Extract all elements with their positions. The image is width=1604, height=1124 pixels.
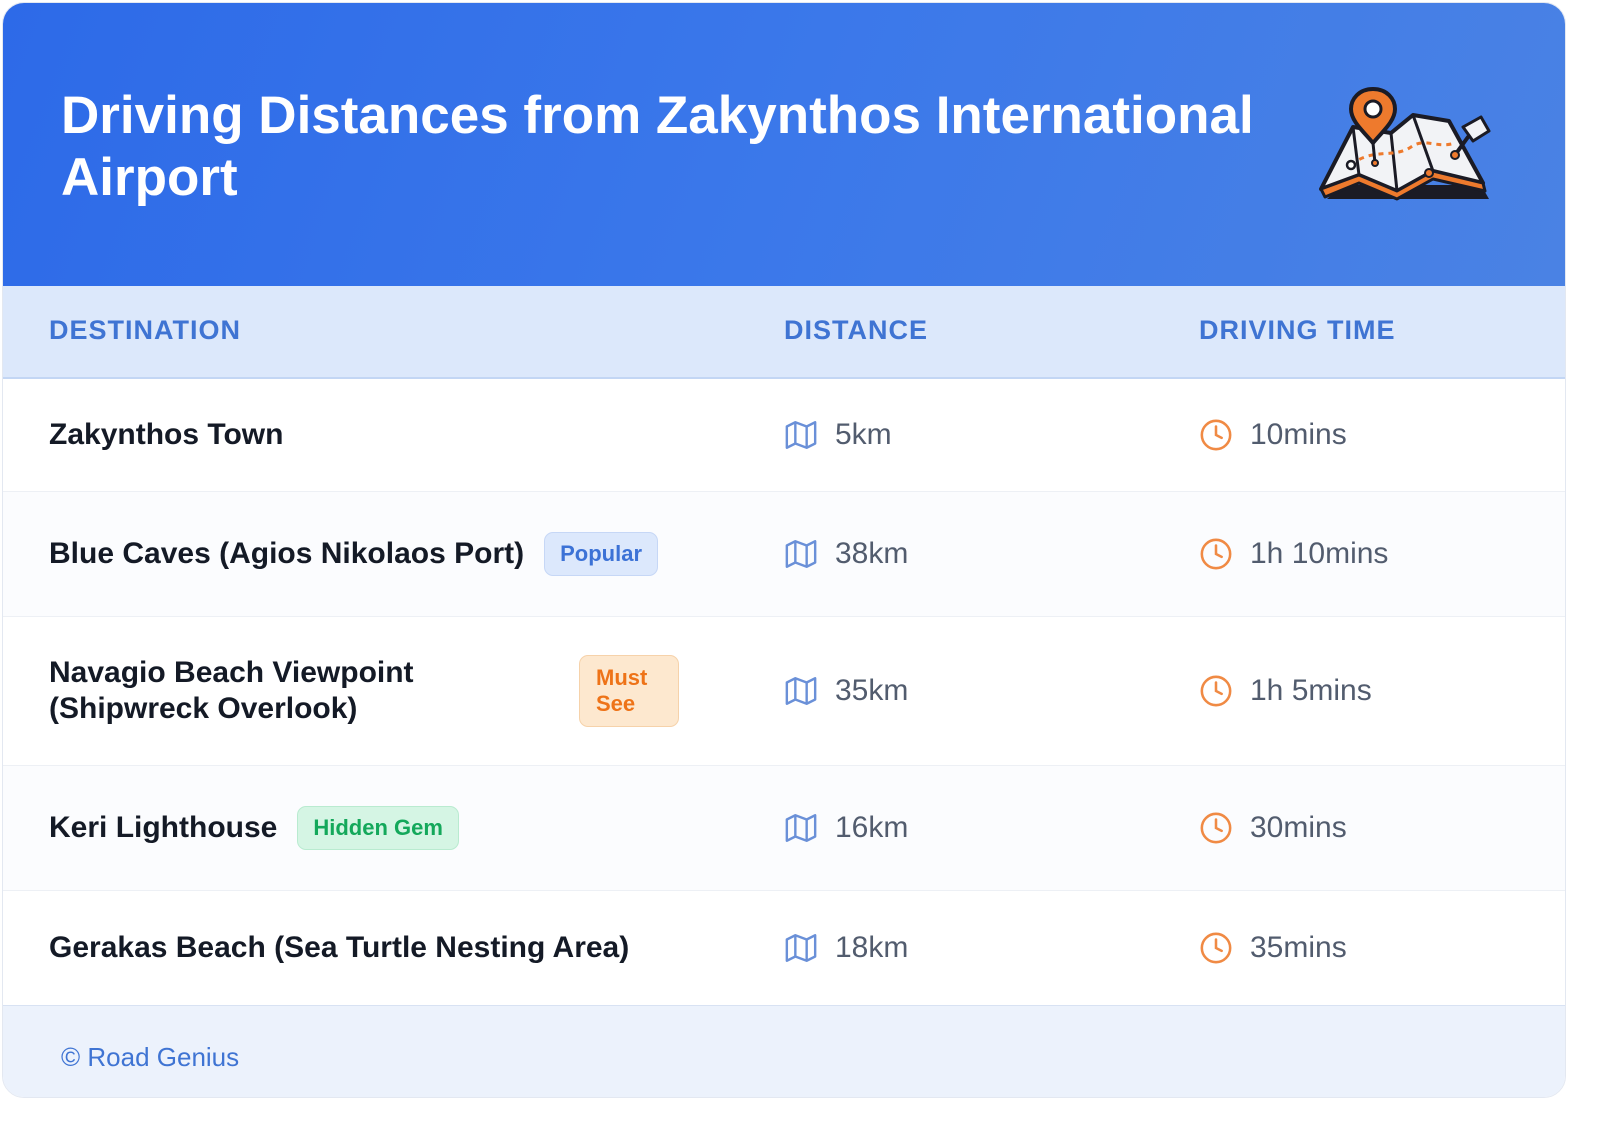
distance-cell: 18km (784, 891, 908, 1004)
clock-icon (1200, 812, 1232, 844)
driving-time-cell: 30mins (1199, 766, 1347, 890)
driving-time-value: 10mins (1250, 418, 1347, 451)
distance-cell: 35km (784, 617, 908, 765)
table-header: DESTINATION DISTANCE DRIVING TIME (3, 286, 1565, 379)
clock-icon (1200, 675, 1232, 707)
column-header-destination: DESTINATION (49, 315, 241, 345)
distance-value: 18km (835, 930, 909, 964)
destination-name: Keri Lighthouse (49, 811, 278, 844)
destination-cell: Navagio Beach Viewpoint (Shipwreck Overl… (49, 617, 679, 765)
driving-time-cell: 1h 5mins (1199, 617, 1372, 765)
destination-name: Zakynthos Town (49, 418, 284, 451)
driving-time-cell: 1h 10mins (1199, 492, 1388, 616)
map-icon (785, 421, 817, 449)
popular-badge: Popular (544, 532, 659, 576)
destination-cell: Keri Lighthouse Hidden Gem (49, 766, 459, 890)
driving-time-cell: 35mins (1199, 891, 1347, 1004)
map-icon (785, 933, 817, 962)
table-row: Zakynthos Town 5km 10mins (3, 379, 1565, 492)
driving-time-value: 1h 5mins (1250, 674, 1372, 707)
destination-cell: Zakynthos Town (49, 379, 283, 491)
clock-icon (1200, 538, 1232, 570)
distance-cell: 16km (784, 766, 908, 890)
map-icon (785, 677, 817, 705)
driving-time-value: 30mins (1250, 811, 1347, 844)
copyright-text: © Road Genius (61, 1042, 240, 1072)
table-row: Gerakas Beach (Sea Turtle Nesting Area) … (3, 891, 1565, 1004)
map-with-pins-illustration (1319, 87, 1491, 201)
page-title: Driving Distances from Zakynthos Interna… (61, 86, 1254, 207)
header-banner: Driving Distances from Zakynthos Interna… (3, 3, 1565, 286)
distance-value: 5km (835, 418, 892, 451)
map-icon (785, 540, 817, 568)
column-header-distance: DISTANCE (784, 315, 929, 345)
driving-time-cell: 10mins (1199, 379, 1347, 491)
driving-time-value: 35mins (1250, 930, 1347, 964)
destination-cell: Gerakas Beach (Sea Turtle Nesting Area) (49, 891, 629, 1004)
table-row: Keri Lighthouse Hidden Gem 16km 30mins (3, 766, 1565, 891)
must-see-badge: Must See (579, 655, 679, 727)
destination-cell: Blue Caves (Agios Nikolaos Port) Popular (49, 492, 659, 616)
distance-cell: 5km (784, 379, 892, 491)
destination-name: Navagio Beach Viewpoint (Shipwreck Overl… (49, 656, 414, 725)
hidden-gem-badge: Hidden Gem (297, 806, 459, 850)
destination-name: Gerakas Beach (Sea Turtle Nesting Area) (49, 930, 630, 964)
driving-time-value: 1h 10mins (1250, 537, 1389, 570)
distance-value: 35km (835, 674, 909, 707)
distance-cell: 38km (784, 492, 908, 616)
distance-value: 38km (835, 537, 909, 570)
table-row: Blue Caves (Agios Nikolaos Port) Popular… (3, 492, 1565, 617)
destination-name: Blue Caves (Agios Nikolaos Port) (49, 537, 525, 570)
clock-icon (1200, 932, 1232, 963)
footer: © Road Genius (3, 1005, 1565, 1097)
distance-table-card: Driving Distances from Zakynthos Interna… (2, 2, 1566, 1098)
distance-value: 16km (835, 811, 909, 844)
column-header-driving-time: DRIVING TIME (1199, 315, 1396, 345)
clock-icon (1200, 419, 1232, 451)
table-row: Navagio Beach Viewpoint (Shipwreck Overl… (3, 617, 1565, 766)
map-icon (785, 814, 817, 842)
